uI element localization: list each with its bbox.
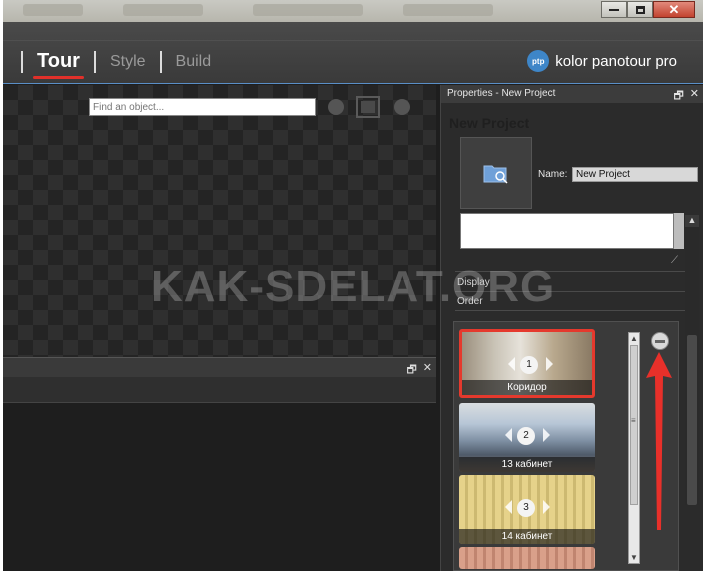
divider [455, 291, 685, 292]
maximize-button[interactable] [627, 1, 653, 18]
fit-view-icon[interactable] [356, 96, 380, 118]
zoom-in-icon[interactable] [394, 99, 410, 115]
app-brand: ptp kolor panotour pro [527, 50, 677, 72]
app-toolbar: Tour Style Build ptp kolor panotour pro [3, 22, 703, 84]
tab-tour-label: Tour [37, 50, 80, 72]
scroll-up-icon[interactable]: ▲ [629, 333, 639, 344]
panorama-item[interactable]: 1 Коридор [459, 329, 595, 398]
section-order[interactable]: Order [457, 296, 483, 307]
project-name-input[interactable] [572, 167, 698, 182]
prev-arrow-icon[interactable] [508, 357, 515, 371]
panorama-thumbnail [459, 547, 595, 569]
divider [3, 40, 703, 41]
panorama-viewer[interactable] [3, 85, 436, 357]
next-arrow-icon[interactable] [543, 500, 550, 514]
properties-scrollbar[interactable]: ▲ [685, 215, 699, 505]
panorama-number: 1 [520, 356, 538, 374]
titlebar-blur [23, 4, 83, 16]
panorama-list-scrollbar[interactable]: ▲ ▼ [628, 332, 640, 564]
ptp-logo-icon: ptp [527, 50, 550, 72]
panorama-item[interactable]: 2 13 кабинет [459, 403, 595, 472]
scroll-thumb[interactable] [687, 335, 697, 505]
zoom-out-icon[interactable] [328, 99, 344, 115]
close-window-button[interactable]: ✕ [653, 1, 695, 18]
menu-separator [21, 50, 23, 73]
properties-title: Properties - New Project [447, 88, 556, 99]
panorama-label: 14 кабинет [459, 529, 595, 544]
resize-grip-icon[interactable]: ⟋ [671, 255, 678, 266]
description-field[interactable] [460, 213, 674, 249]
scroll-up-icon[interactable]: ▲ [685, 215, 699, 227]
bottom-panel-header: 🗗 ✕ [3, 357, 436, 377]
app-window: ✕ Tour Style Build ptp kolor panotour pr… [3, 0, 703, 571]
find-object-input[interactable] [89, 98, 316, 116]
menu-separator [93, 50, 96, 73]
titlebar-blur [403, 4, 493, 16]
next-arrow-icon[interactable] [543, 428, 550, 442]
minimize-button[interactable] [601, 1, 627, 18]
next-arrow-icon[interactable] [546, 357, 553, 371]
panel-controls: 🗗 ✕ [673, 87, 699, 106]
folder-search-icon [483, 165, 508, 184]
menu-separator [159, 50, 162, 73]
float-panel-icon[interactable]: 🗗 [673, 87, 683, 106]
prev-arrow-icon[interactable] [505, 500, 512, 514]
divider [455, 271, 685, 272]
bottom-panel-toolbar [3, 377, 436, 403]
window-titlebar: ✕ [3, 0, 703, 22]
panorama-label: 13 кабинет [459, 457, 595, 472]
tab-style[interactable]: Style [106, 53, 150, 71]
panorama-number: 2 [517, 427, 535, 445]
close-panel-icon[interactable]: ✕ [690, 87, 699, 106]
divider [455, 310, 685, 311]
scroll-thumb[interactable] [630, 345, 638, 505]
properties-header: Properties - New Project 🗗 ✕ [441, 85, 703, 103]
minimize-icon [609, 8, 619, 11]
description-scrollbar[interactable] [674, 213, 684, 249]
titlebar-blur [253, 4, 363, 16]
scroll-down-icon[interactable]: ▼ [629, 552, 639, 563]
panorama-number: 3 [517, 499, 535, 517]
tab-tour[interactable]: Tour [33, 50, 84, 79]
window-controls: ✕ [601, 1, 695, 18]
panorama-item[interactable]: 3 14 кабинет [459, 475, 595, 544]
tab-build[interactable]: Build [172, 53, 216, 71]
red-arrow-annotation [646, 352, 672, 530]
prev-arrow-icon[interactable] [505, 428, 512, 442]
minus-icon [655, 339, 665, 343]
brand-name: kolor panotour pro [555, 52, 677, 70]
section-display[interactable]: Display [457, 277, 490, 288]
name-label: Name: [538, 169, 568, 180]
panorama-label: Коридор [462, 380, 592, 395]
titlebar-blur [123, 4, 203, 16]
panorama-item[interactable] [459, 547, 595, 569]
main-menu: Tour Style Build [11, 50, 216, 79]
project-title: New Project [449, 115, 530, 131]
close-icon: ✕ [668, 2, 680, 17]
active-tab-underline [33, 76, 84, 79]
project-thumbnail[interactable] [460, 137, 532, 209]
maximize-icon [635, 5, 645, 14]
